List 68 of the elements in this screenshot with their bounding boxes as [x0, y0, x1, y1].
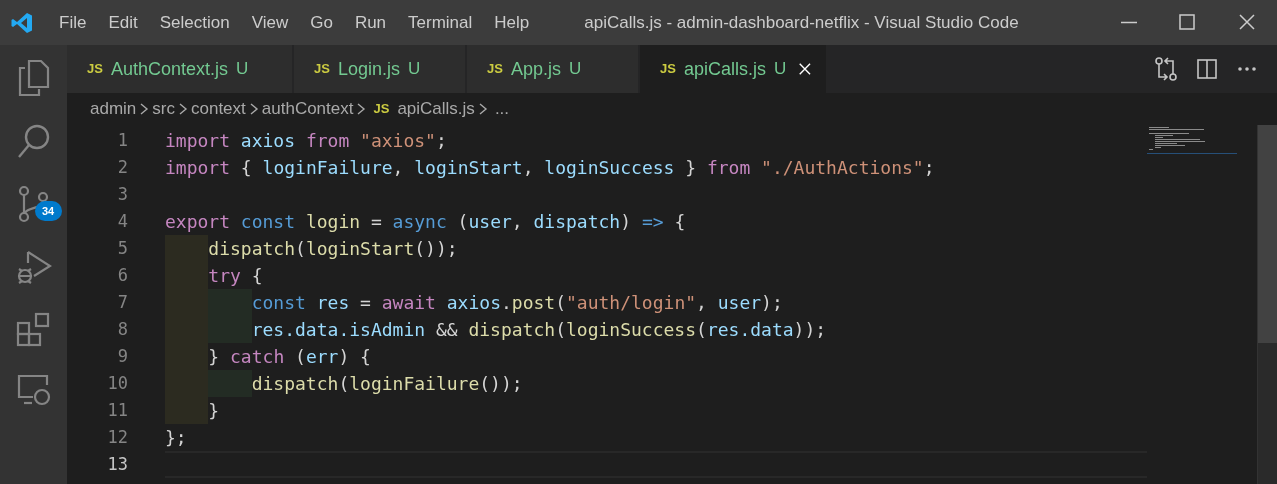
breadcrumb-item[interactable]: apiCalls.js — [397, 96, 475, 122]
untracked-status: U — [568, 58, 582, 81]
js-file-icon: JS — [87, 59, 103, 79]
line-number: 11 — [106, 399, 128, 422]
split-editor-icon[interactable] — [1197, 59, 1217, 79]
editor-tab[interactable]: JS App.js U — [467, 45, 638, 93]
menu-item[interactable]: Edit — [97, 9, 149, 36]
notification-badge: 34 — [34, 201, 62, 221]
line-number: 12 — [106, 426, 128, 449]
line-number: 7 — [116, 291, 128, 314]
search-icon[interactable] — [16, 123, 51, 159]
line-number: 13 — [106, 453, 128, 476]
code-line: } — [165, 397, 1147, 424]
untracked-status: U — [235, 58, 249, 81]
breadcrumb-item[interactable]: authContext — [261, 96, 354, 122]
menu-item[interactable]: Run — [343, 9, 398, 36]
tab-label: AuthContext.js — [110, 57, 228, 81]
editor-tab[interactable]: JS apiCalls.js U — [640, 45, 826, 93]
breadcrumb-item[interactable]: ... — [494, 96, 510, 122]
line-number: 5 — [116, 237, 128, 260]
menu-item[interactable]: Selection — [148, 9, 241, 36]
breadcrumb-item[interactable]: src — [152, 96, 175, 122]
code-line: import { loginFailure, loginStart, loginSuccess } from "./AuthActions"; — [165, 156, 936, 180]
line-number: 2 — [116, 156, 128, 179]
line-number: 6 — [116, 264, 128, 287]
run-debug-icon[interactable] — [15, 249, 52, 285]
code-line: const res = await axios.post("auth/login", user); — [165, 289, 1147, 316]
line-number: 4 — [116, 210, 128, 233]
line-number: 9 — [116, 345, 128, 368]
line-number: 3 — [116, 183, 128, 206]
menu-item[interactable]: Go — [299, 9, 344, 36]
menu-item[interactable]: Terminal — [397, 9, 484, 36]
js-file-icon: JS — [373, 99, 390, 119]
code-line: dispatch(loginFailure()); — [165, 370, 1147, 397]
code-line: } catch (err) { — [165, 343, 1147, 370]
tab-label: Login.js — [337, 57, 400, 81]
js-file-icon: JS — [314, 59, 330, 79]
code-line: }; — [165, 426, 188, 450]
untracked-status: U — [773, 58, 787, 81]
untracked-status: U — [407, 58, 421, 81]
menu-item[interactable]: Help — [483, 9, 541, 36]
editor-tab[interactable]: JS AuthContext.js U — [67, 45, 292, 93]
breadcrumb-item[interactable]: context — [191, 96, 246, 122]
line-number: 10 — [106, 372, 128, 395]
extensions-icon[interactable] — [15, 311, 52, 347]
js-file-icon: JS — [487, 59, 503, 79]
breadcrumb-item[interactable]: admin — [90, 96, 137, 122]
menu-item[interactable]: View — [240, 9, 300, 36]
code-line: res.data.isAdmin && dispatch(loginSuccess(res.data)); — [165, 316, 1147, 343]
code-line: dispatch(loginStart()); — [165, 235, 1147, 262]
files-icon[interactable] — [16, 59, 51, 97]
window-title: apiCalls.js - admin-dashboard-netflix - Visual Studio Code — [584, 11, 1019, 34]
code-line: import axios from "axios"; — [165, 129, 448, 153]
js-file-icon: JS — [660, 59, 676, 79]
more-actions-icon[interactable] — [1237, 66, 1257, 72]
code-line: try { — [165, 262, 1147, 289]
editor-tab[interactable]: JS Login.js U — [294, 45, 465, 93]
tab-label: App.js — [510, 57, 561, 81]
remote-explorer-icon[interactable] — [15, 373, 52, 407]
code-line: export const login = async (user, dispatch) => { — [165, 210, 687, 234]
compare-changes-icon[interactable] — [1155, 57, 1177, 81]
close-icon[interactable] — [798, 61, 812, 77]
line-number: 8 — [116, 318, 128, 341]
line-number: 1 — [116, 129, 128, 152]
scrollbar[interactable] — [1257, 125, 1277, 484]
app-logo-icon — [10, 10, 34, 35]
tab-label: apiCalls.js — [683, 57, 766, 81]
menu-item[interactable]: File — [48, 9, 98, 36]
